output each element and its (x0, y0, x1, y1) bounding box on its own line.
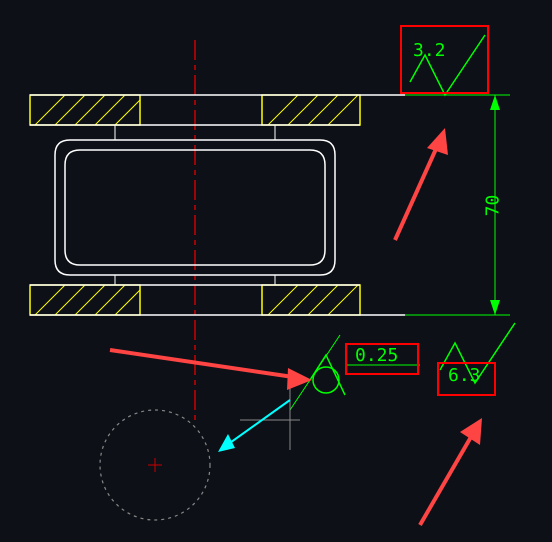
callout-box-025 (345, 343, 419, 375)
cad-viewport[interactable]: 3.2 70 0.25 6.3 (0, 0, 552, 542)
callout-box-top (400, 25, 489, 94)
callout-box-63 (437, 362, 496, 396)
dimension-value-70: 70 (482, 195, 503, 217)
red-arrows (110, 128, 482, 525)
cyan-arrow (218, 400, 290, 452)
